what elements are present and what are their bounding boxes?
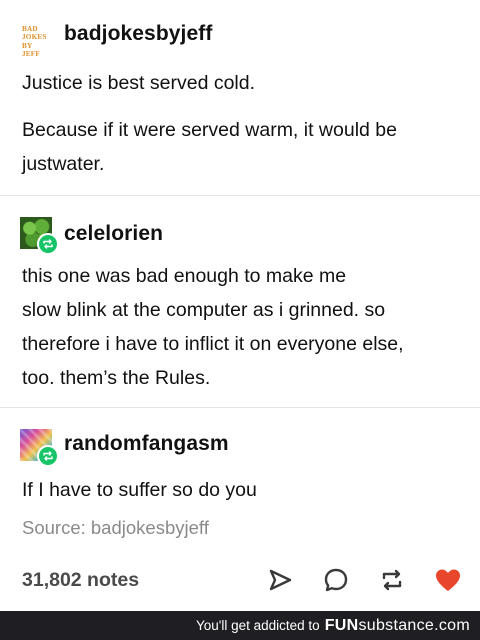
avatar-text-line: JOKES — [22, 33, 47, 42]
paper-plane-icon[interactable] — [266, 566, 294, 594]
reblog-text: this one was bad enough to make me slow … — [22, 259, 404, 395]
reblog-text-line: slow blink at the computer as i grinned.… — [22, 299, 386, 321]
reblog-text-line: If I have to suffer so do you — [22, 479, 257, 501]
divider — [0, 195, 480, 196]
footer-brand: FUNsubstance.com — [325, 617, 470, 635]
reblog-text: If I have to suffer so do you — [22, 473, 257, 507]
divider — [0, 407, 480, 408]
footer-tagline: You'll get addicted to — [196, 618, 320, 633]
reblog-badge-icon — [37, 233, 59, 255]
heart-icon[interactable] — [434, 566, 462, 594]
avatar-badjokesbyjeff[interactable]: BAD JOKES BY JEFF — [22, 25, 52, 58]
brand-substance: substance — [358, 616, 435, 634]
reblog-text-line: too. them’s the Rules. — [22, 367, 211, 389]
post-text-line: Because if it were served warm, it would… — [22, 119, 397, 141]
post-text-paragraph: Because if it were served warm, it would… — [22, 113, 462, 181]
username-randomfangasm[interactable]: randomfangasm — [64, 432, 229, 456]
brand-suffix: .com — [434, 616, 470, 634]
reblog-icon[interactable] — [378, 566, 406, 594]
reblog-badge-icon — [37, 445, 59, 467]
reblog-text-line: therefore i have to inflict it on everyo… — [22, 333, 404, 355]
username-badjokesbyjeff[interactable]: badjokesbyjeff — [64, 22, 212, 46]
brand-fun: FUN — [324, 616, 359, 634]
avatar-text-line: BAD — [22, 25, 38, 33]
username-celelorien[interactable]: celelorien — [64, 222, 163, 246]
post-text-paragraph: Justice is best served cold. — [22, 72, 256, 94]
post-text-line: justwater. — [22, 153, 105, 175]
source-link[interactable]: Source: badjokesbyjeff — [22, 517, 209, 539]
footer-watermark: You'll get addicted to FUNsubstance.com — [0, 611, 480, 640]
reblog-text-line: this one was bad enough to make me — [22, 265, 347, 287]
notes-count[interactable]: 31,802 notes — [22, 569, 139, 592]
avatar-text-line: BY JEFF — [22, 41, 40, 59]
speech-bubble-icon[interactable] — [322, 566, 350, 594]
